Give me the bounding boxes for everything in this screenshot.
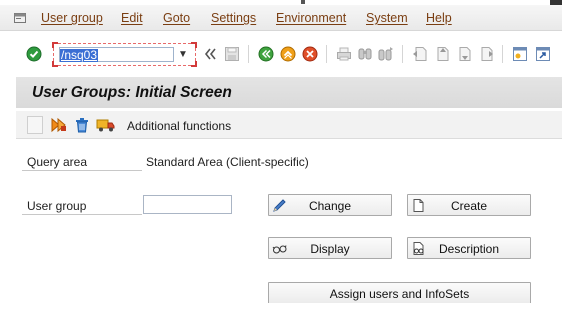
description-button-label: Description <box>438 242 500 256</box>
command-input[interactable]: /nsq03 <box>59 47 174 62</box>
menu-bar: User group Edit Goto Settings Environmen… <box>0 5 562 31</box>
system-toolbar: /nsq03 ▼ <box>0 31 562 77</box>
change-button[interactable]: Change <box>268 194 392 216</box>
shortcut-icon[interactable] <box>535 46 551 62</box>
next-page-icon[interactable] <box>456 46 472 62</box>
label-underline <box>22 214 142 215</box>
back-icon[interactable] <box>258 46 274 62</box>
focus-corner <box>191 61 197 67</box>
user-group-label: User group <box>27 199 87 213</box>
label-underline <box>22 170 142 171</box>
menu-goto[interactable]: Goto <box>163 11 190 25</box>
menu-settings[interactable]: Settings <box>211 11 256 25</box>
command-input-value: /nsq03 <box>60 48 99 62</box>
focus-corner <box>52 61 58 67</box>
first-page-icon[interactable] <box>412 46 428 62</box>
print-icon[interactable] <box>336 46 352 62</box>
find-icon[interactable] <box>357 46 373 62</box>
save-icon[interactable] <box>224 46 240 62</box>
change-button-label: Change <box>308 199 352 213</box>
toolbar-separator <box>248 45 249 63</box>
menu-environment[interactable]: Environment <box>276 11 346 25</box>
focus-corner <box>191 42 197 48</box>
history-back-icon[interactable] <box>204 47 216 61</box>
find-next-icon[interactable] <box>378 46 394 62</box>
user-group-input[interactable] <box>143 195 232 214</box>
page-title: User Groups: Initial Screen <box>32 84 232 101</box>
chevron-down-icon[interactable]: ▼ <box>178 49 188 60</box>
create-button[interactable]: Create <box>407 194 531 216</box>
delete-icon[interactable] <box>74 117 90 133</box>
query-area-value: Standard Area (Client-specific) <box>146 155 309 169</box>
toolbar-separator <box>326 45 327 63</box>
query-area-label: Query area <box>27 155 88 169</box>
display-button[interactable]: Display <box>268 237 392 259</box>
cancel-icon[interactable] <box>302 46 318 62</box>
menu-user-group[interactable]: User group <box>41 11 103 25</box>
exit-icon[interactable] <box>280 46 296 62</box>
content-bottom-edge <box>16 303 562 315</box>
create-button-label: Create <box>450 199 488 213</box>
previous-page-icon[interactable] <box>434 46 450 62</box>
create-session-icon[interactable] <box>512 46 528 62</box>
menu-window-icon[interactable] <box>14 13 26 23</box>
toolbar-separator <box>402 45 403 63</box>
blank-checkbox-icon[interactable] <box>27 116 43 134</box>
display-button-label: Display <box>310 242 350 256</box>
assign-users-infosets-button[interactable]: Assign users and InfoSets <box>268 282 531 304</box>
window-handle <box>301 0 305 4</box>
menu-help[interactable]: Help <box>426 11 452 25</box>
focus-corner <box>52 42 58 48</box>
menu-system[interactable]: System <box>366 11 408 25</box>
execute-icon[interactable] <box>51 117 67 133</box>
title-bar: User Groups: Initial Screen <box>16 77 562 108</box>
enter-check-icon[interactable] <box>26 46 42 62</box>
additional-functions-button[interactable]: Additional functions <box>127 119 231 133</box>
description-button[interactable]: Description <box>407 237 531 259</box>
assign-users-infosets-label: Assign users and InfoSets <box>329 287 470 301</box>
menu-edit[interactable]: Edit <box>121 11 143 25</box>
last-page-icon[interactable] <box>478 46 494 62</box>
transport-truck-icon[interactable] <box>96 117 116 133</box>
application-toolbar: Additional functions <box>16 111 562 139</box>
toolbar-separator <box>502 45 503 63</box>
command-field[interactable]: /nsq03 ▼ <box>52 42 197 67</box>
